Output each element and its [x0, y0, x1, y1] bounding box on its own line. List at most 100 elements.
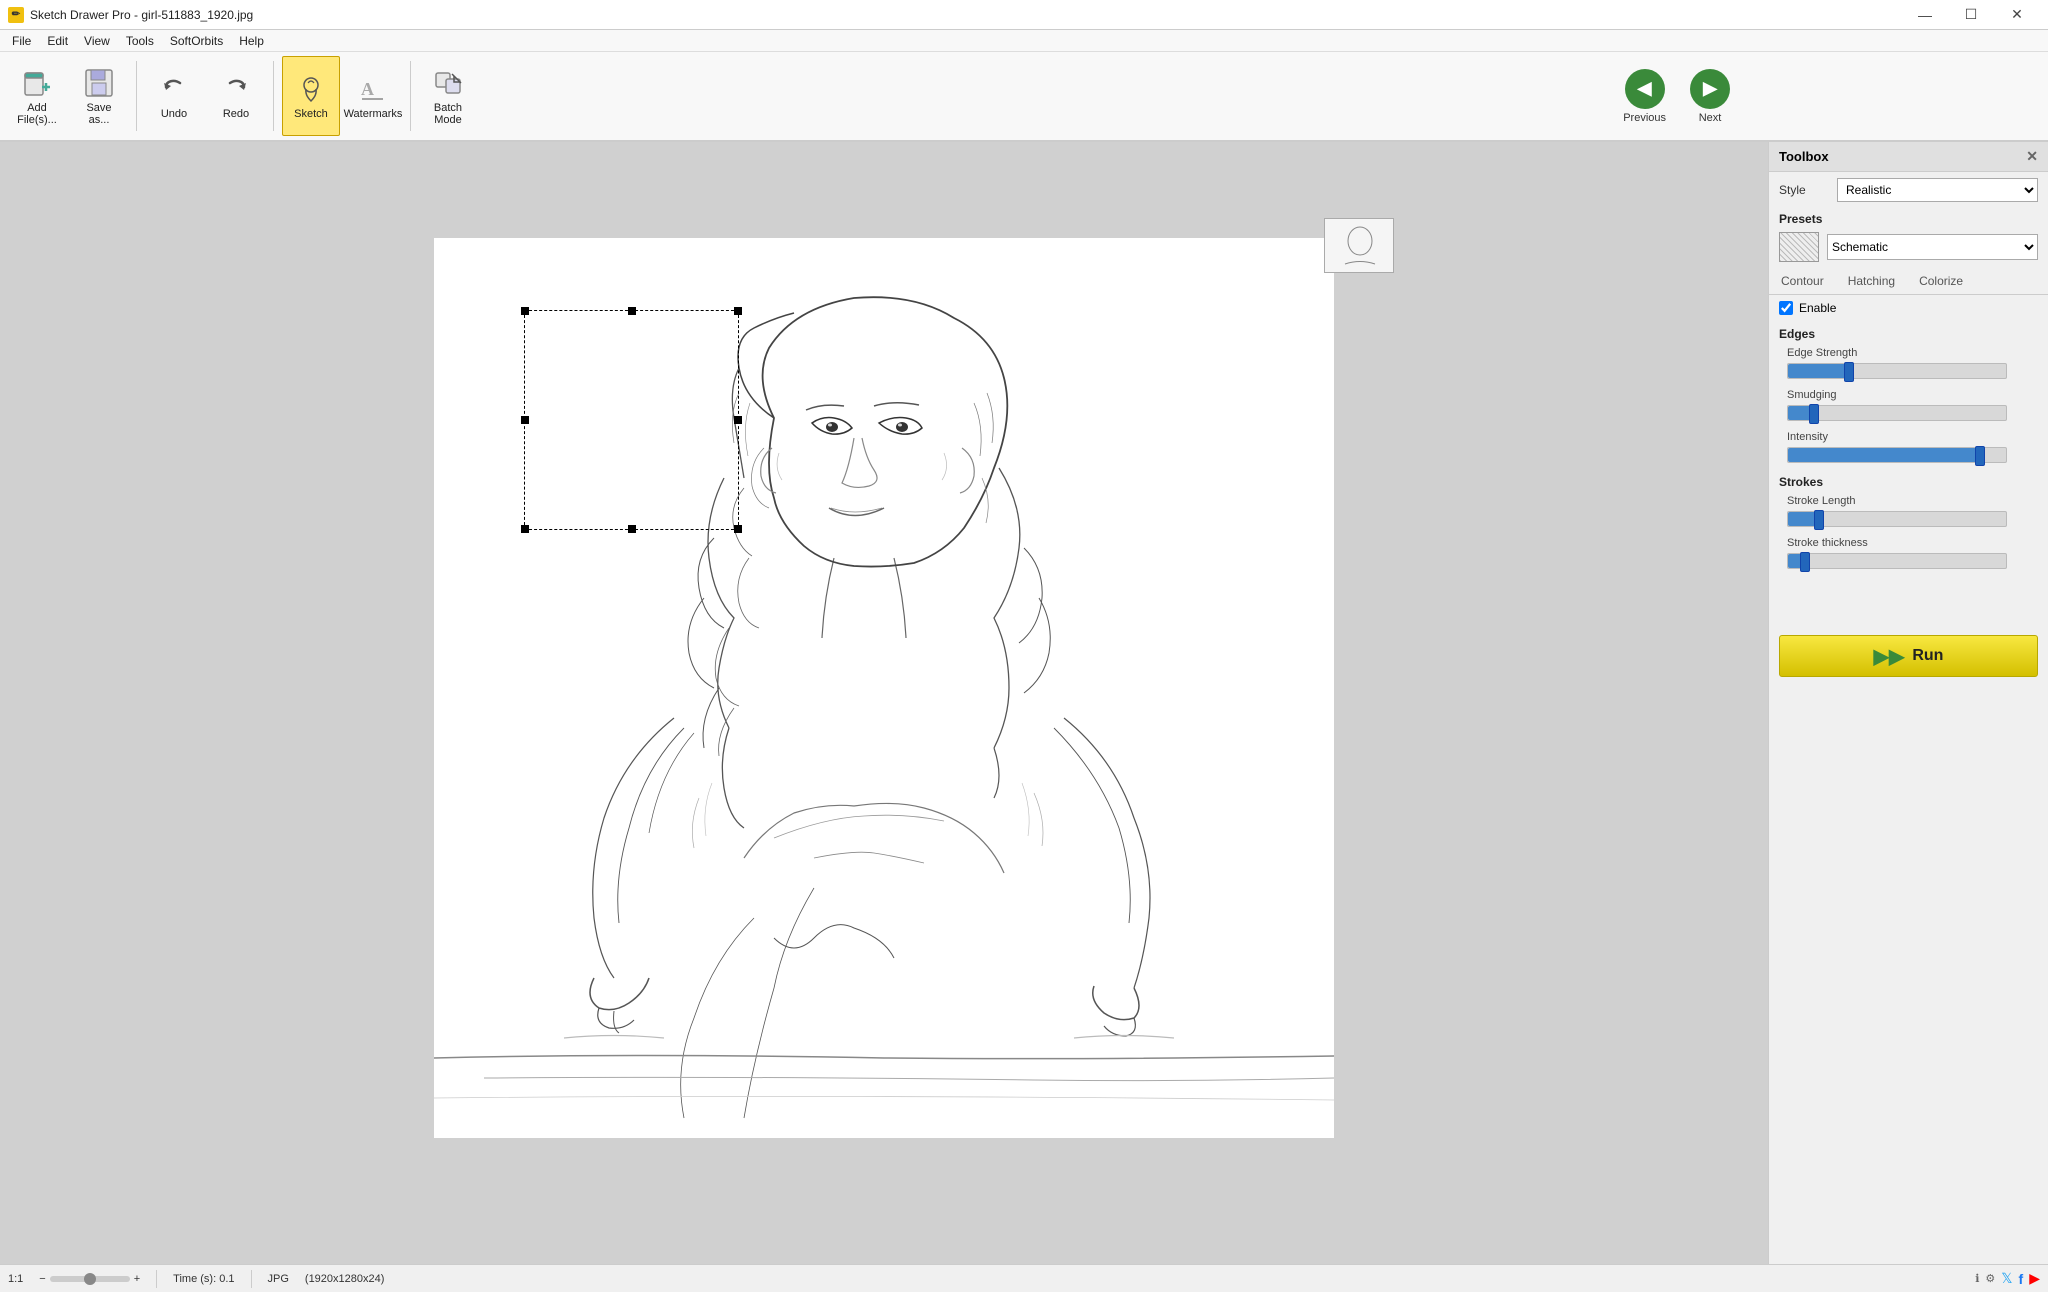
- edge-strength-thumb[interactable]: [1844, 362, 1854, 382]
- tab-hatching[interactable]: Hatching: [1836, 270, 1907, 294]
- social-icon-2[interactable]: f: [2019, 1271, 2024, 1287]
- intensity-fill: [1788, 448, 1980, 462]
- toolbox-panel: Toolbox ✕ Style Realistic Cartoon Pencil…: [1768, 142, 2048, 1264]
- close-button[interactable]: ✕: [1994, 0, 2040, 30]
- edge-strength-fill: [1788, 364, 1849, 378]
- menu-view[interactable]: View: [76, 30, 118, 52]
- redo-icon: [220, 73, 252, 105]
- zoom-minus-icon[interactable]: −: [39, 1273, 45, 1285]
- social-icon-3[interactable]: ▶: [2029, 1270, 2040, 1287]
- zoom-thumb[interactable]: [84, 1273, 96, 1285]
- tabs-row: Contour Hatching Colorize: [1769, 270, 2048, 295]
- stroke-thickness-slider[interactable]: [1787, 553, 2007, 569]
- smudging-slider-row: [1769, 403, 2048, 427]
- save-icon: [83, 67, 115, 99]
- smudging-label: Smudging: [1769, 385, 2048, 403]
- redo-label: Redo: [223, 108, 249, 120]
- minimize-button[interactable]: —: [1902, 0, 1948, 30]
- enable-checkbox[interactable]: [1779, 301, 1793, 315]
- intensity-slider[interactable]: [1787, 447, 2007, 463]
- save-as-label: Save as...: [86, 102, 111, 126]
- menu-softorbits[interactable]: SoftOrbits: [162, 30, 231, 52]
- previous-button[interactable]: ◀ Previous: [1613, 63, 1676, 130]
- run-btn-area: ▶▶ Run: [1769, 615, 2048, 687]
- thumbnail: [1324, 218, 1394, 273]
- preset-preview-icon: [1779, 232, 1819, 262]
- svg-text:A: A: [361, 79, 374, 99]
- stroke-length-slider-row: [1769, 509, 2048, 533]
- canvas-area[interactable]: [0, 142, 1768, 1264]
- stroke-length-thumb[interactable]: [1814, 510, 1824, 530]
- time-label: Time (s): 0.1: [173, 1273, 234, 1285]
- edges-label: Edges: [1769, 321, 2048, 343]
- add-files-icon: [21, 67, 53, 99]
- toolbox-header: Toolbox ✕: [1769, 142, 2048, 172]
- tab-colorize[interactable]: Colorize: [1907, 270, 1975, 294]
- undo-button[interactable]: Undo: [145, 56, 203, 136]
- intensity-label: Intensity: [1769, 427, 2048, 445]
- edge-strength-label: Edge Strength: [1769, 343, 2048, 361]
- stroke-thickness-thumb[interactable]: [1800, 552, 1810, 572]
- toolbox-close-button[interactable]: ✕: [2026, 148, 2038, 165]
- batch-mode-button[interactable]: Batch Mode: [419, 56, 477, 136]
- next-icon: ▶: [1690, 69, 1730, 109]
- social-icon-1[interactable]: 𝕏: [2001, 1270, 2012, 1287]
- sketch-button[interactable]: Sketch: [282, 56, 340, 136]
- toolbox-content: Style Realistic Cartoon Pencil Ink Prese…: [1769, 172, 2048, 1264]
- window-controls: — ☐ ✕: [1902, 0, 2040, 30]
- style-select[interactable]: Realistic Cartoon Pencil Ink: [1837, 178, 2038, 202]
- zoom-slider[interactable]: [50, 1276, 130, 1282]
- stroke-thickness-label: Stroke thickness: [1769, 533, 2048, 551]
- status-icons-right: ℹ ⚙ 𝕏 f ▶: [1975, 1270, 2040, 1287]
- tab-contour[interactable]: Contour: [1769, 270, 1836, 294]
- title-bar: ✏ Sketch Drawer Pro - girl-511883_1920.j…: [0, 0, 2048, 30]
- save-as-button[interactable]: Save as...: [70, 56, 128, 136]
- maximize-button[interactable]: ☐: [1948, 0, 1994, 30]
- toolbox-title: Toolbox: [1779, 149, 1829, 164]
- style-label: Style: [1779, 183, 1829, 197]
- next-button[interactable]: ▶ Next: [1680, 63, 1740, 130]
- add-files-button[interactable]: Add File(s)...: [8, 56, 66, 136]
- smudging-thumb[interactable]: [1809, 404, 1819, 424]
- intensity-thumb[interactable]: [1975, 446, 1985, 466]
- next-label: Next: [1699, 112, 1722, 124]
- smudging-slider[interactable]: [1787, 405, 2007, 421]
- preset-select[interactable]: Schematic Fine Art Bold Soft: [1827, 234, 2038, 260]
- strokes-label: Strokes: [1769, 469, 2048, 491]
- toolbar: Add File(s)... Save as... Undo: [0, 52, 2048, 142]
- sketch-label: Sketch: [294, 108, 328, 120]
- window-title: Sketch Drawer Pro - girl-511883_1920.jpg: [30, 8, 253, 22]
- app-icon: ✏: [8, 7, 24, 23]
- presets-row: Schematic Fine Art Bold Soft: [1769, 228, 2048, 266]
- watermarks-label: Watermarks: [344, 108, 403, 120]
- intensity-slider-row: [1769, 445, 2048, 469]
- watermarks-button[interactable]: A Watermarks: [344, 56, 402, 136]
- zoom-label: 1:1: [8, 1273, 23, 1285]
- batch-mode-icon: [432, 67, 464, 99]
- stroke-length-slider[interactable]: [1787, 511, 2007, 527]
- add-files-label: Add File(s)...: [17, 102, 57, 126]
- undo-icon: [158, 73, 190, 105]
- run-button[interactable]: ▶▶ Run: [1779, 635, 2038, 677]
- edge-strength-slider[interactable]: [1787, 363, 2007, 379]
- dimensions-label: (1920x1280x24): [305, 1273, 385, 1285]
- menu-help[interactable]: Help: [231, 30, 272, 52]
- zoom-plus-icon[interactable]: +: [134, 1273, 140, 1285]
- previous-label: Previous: [1623, 112, 1666, 124]
- redo-button[interactable]: Redo: [207, 56, 265, 136]
- settings-icon[interactable]: ⚙: [1985, 1272, 1995, 1285]
- stroke-thickness-slider-row: [1769, 551, 2048, 575]
- sketch-image: [434, 238, 1334, 1138]
- watermarks-icon: A: [357, 73, 389, 105]
- menu-file[interactable]: File: [4, 30, 39, 52]
- edge-strength-slider-row: [1769, 361, 2048, 385]
- menu-edit[interactable]: Edit: [39, 30, 76, 52]
- info-icon[interactable]: ℹ: [1975, 1272, 1979, 1285]
- batch-mode-label: Batch Mode: [434, 102, 462, 126]
- menu-tools[interactable]: Tools: [118, 30, 162, 52]
- undo-label: Undo: [161, 108, 187, 120]
- run-arrow-icon: ▶▶: [1874, 644, 1905, 669]
- run-label: Run: [1912, 647, 1943, 665]
- zoom-slider-area: − +: [39, 1273, 140, 1285]
- stroke-length-label: Stroke Length: [1769, 491, 2048, 509]
